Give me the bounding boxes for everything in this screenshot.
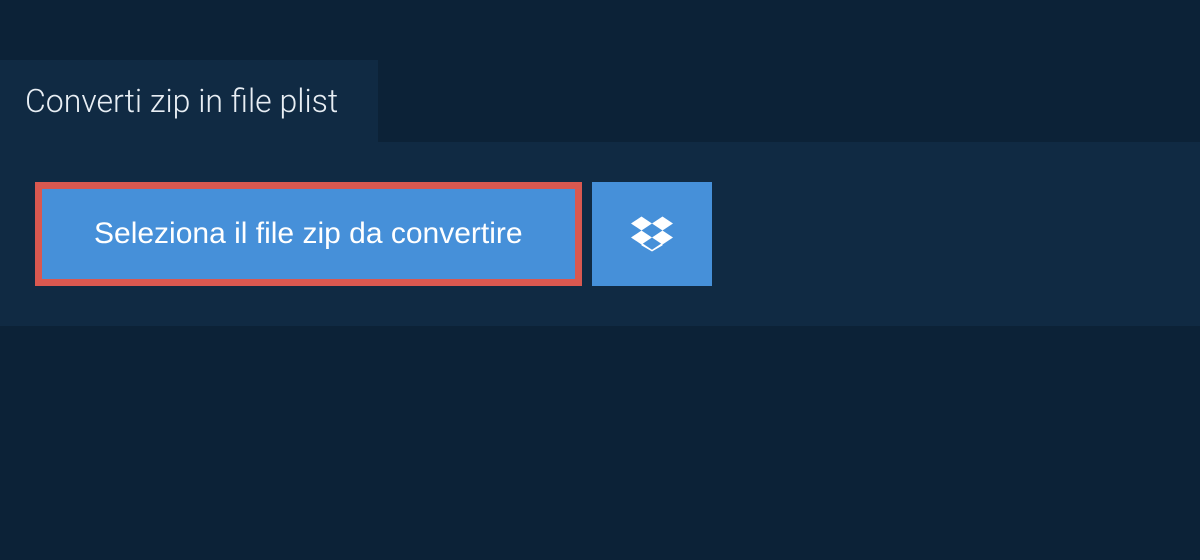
dropbox-button[interactable]: [592, 182, 712, 286]
dropbox-icon: [631, 213, 673, 255]
tab-header[interactable]: Converti zip in file plist: [0, 60, 378, 142]
tab-title: Converti zip in file plist: [25, 82, 338, 120]
content-panel: Seleziona il file zip da convertire: [0, 142, 1200, 326]
converter-widget: Converti zip in file plist Seleziona il …: [0, 60, 1200, 326]
select-file-label: Seleziona il file zip da convertire: [94, 217, 523, 251]
select-file-button[interactable]: Seleziona il file zip da convertire: [35, 182, 582, 286]
